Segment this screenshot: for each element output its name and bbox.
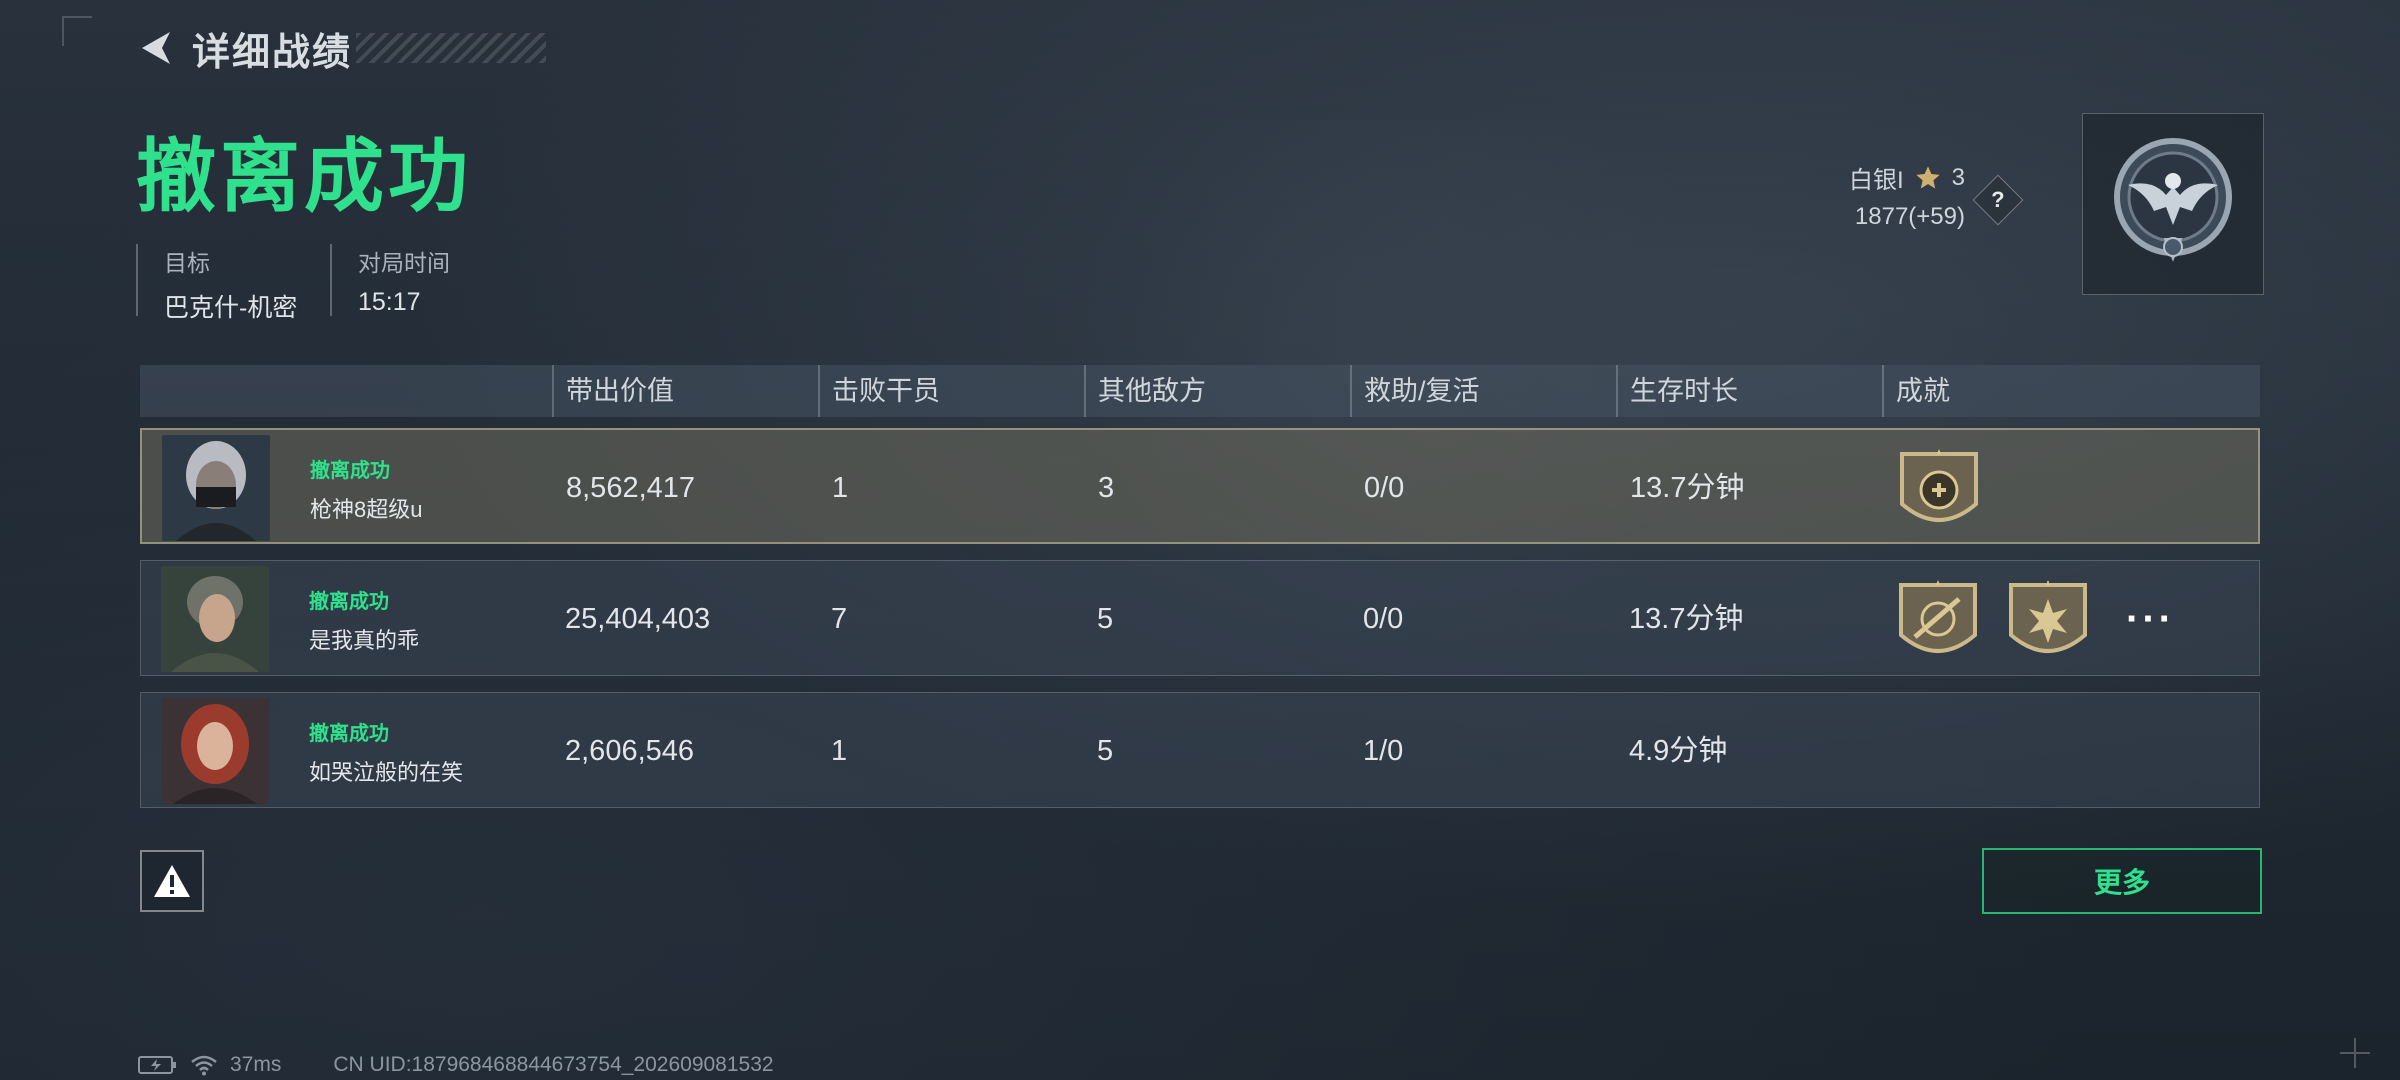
sniper-achievement-icon[interactable] <box>1893 577 1983 667</box>
kills-value: 1 <box>832 472 849 504</box>
target-label: 目标 <box>164 250 210 276</box>
other-enemies-value: 5 <box>1097 603 1114 635</box>
extract-value: 25,404,403 <box>565 603 711 635</box>
report-button[interactable] <box>140 850 204 912</box>
player-name: 枪神8超级u <box>310 497 423 522</box>
corner-decoration <box>62 16 92 46</box>
result-title: 撤离成功 <box>136 132 472 221</box>
player-row[interactable]: 撤离成功 如哭泣般的在笑 2,606,546 1 5 1/0 4.9分钟 <box>140 692 2260 808</box>
col-survival-time: 生存时长 <box>1616 365 1738 417</box>
latency-text: 37ms <box>230 1053 282 1076</box>
match-time-label: 对局时间 <box>358 250 450 276</box>
row-status: 撤离成功 <box>310 460 390 482</box>
assist-revive-value: 0/0 <box>1363 603 1404 635</box>
player-avatar <box>161 566 269 672</box>
wifi-icon <box>191 1055 217 1076</box>
match-time-value: 15:17 <box>358 288 421 316</box>
warning-icon <box>154 865 190 897</box>
rank-score: 1877(+59) <box>1854 203 1965 230</box>
player-avatar <box>161 698 269 804</box>
col-achievements: 成就 <box>1882 365 1950 417</box>
more-achievements-button[interactable]: ··· <box>2126 597 2175 642</box>
rank-tier: 白银I <box>1848 167 1904 194</box>
stats-table-header: 带出价值 击败干员 其他敌方 救助/复活 生存时长 成就 <box>140 365 2260 417</box>
extract-value: 2,606,546 <box>565 735 695 767</box>
title-hatch-decoration <box>356 33 547 63</box>
page-title: 详细战绩 <box>192 31 353 74</box>
back-arrow-icon <box>142 32 170 64</box>
corner-crosshair-icon <box>2340 1038 2370 1068</box>
target-value: 巴克什-机密 <box>164 294 298 322</box>
uid-text: CN UID:1879684688446737​54_202609081532 <box>333 1053 774 1076</box>
assist-revive-value: 1/0 <box>1363 735 1404 767</box>
col-assist-revive: 救助/复活 <box>1350 365 1480 417</box>
kills-value: 7 <box>831 603 848 635</box>
more-button[interactable]: 更多 <box>1982 848 2262 914</box>
explosion-achievement-icon[interactable] <box>2003 577 2093 667</box>
achievement-badge-icon[interactable] <box>1894 446 1984 536</box>
other-enemies-value: 3 <box>1098 472 1115 504</box>
help-icon: ? <box>1991 186 2005 212</box>
col-kills: 击败干员 <box>818 365 940 417</box>
assist-revive-value: 0/0 <box>1364 472 1405 504</box>
battery-charging-icon <box>138 1056 176 1074</box>
player-name: 是我真的乖 <box>309 628 420 653</box>
back-button[interactable] <box>134 26 178 70</box>
row-status: 撤离成功 <box>309 723 389 745</box>
star-icon <box>1915 165 1940 188</box>
rank-help-button[interactable]: ? <box>1972 174 2024 226</box>
player-avatar <box>162 435 270 541</box>
row-status: 撤离成功 <box>309 591 389 613</box>
eagle-rank-emblem-icon <box>2114 138 2232 262</box>
survival-time-value: 4.9分钟 <box>1629 735 1728 767</box>
player-name: 如哭泣般的在笑 <box>309 760 464 785</box>
extract-value: 8,562,417 <box>566 472 696 504</box>
survival-time-value: 13.7分钟 <box>1629 603 1744 635</box>
match-time-info: 对局时间 15:17 <box>330 244 450 316</box>
rank-badge[interactable] <box>2082 113 2264 295</box>
kills-value: 1 <box>831 735 848 767</box>
rank-info: 白银I 3 1877(+59) <box>1849 160 1965 231</box>
other-enemies-value: 5 <box>1097 735 1114 767</box>
player-row[interactable]: 撤离成功 枪神8超级u 8,562,417 1 3 0/0 13.7分钟 <box>140 428 2260 544</box>
survival-time-value: 13.7分钟 <box>1630 472 1745 504</box>
col-other-enemies: 其他敌方 <box>1084 365 1206 417</box>
rank-stars: 3 <box>1951 163 1965 191</box>
page-header: 详细战绩 <box>134 22 547 74</box>
player-row[interactable]: 撤离成功 是我真的乖 25,404,403 7 5 0/0 13.7分钟 ··· <box>140 560 2260 676</box>
target-info: 目标 巴克什-机密 <box>136 244 297 322</box>
col-extract-value: 带出价值 <box>552 365 674 417</box>
status-footer: 37ms CN UID:1879684688446737​54_20260908… <box>138 1053 774 1076</box>
